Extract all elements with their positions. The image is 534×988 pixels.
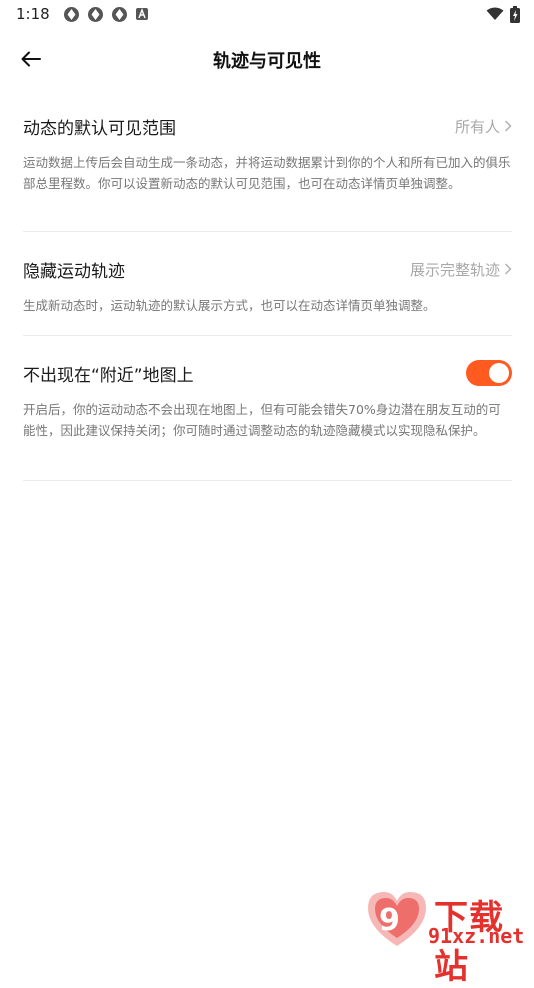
track-value: 展示完整轨迹 <box>409 260 500 279</box>
visibility-row[interactable]: 动态的默认可见范围 所有人 <box>23 114 512 139</box>
nearby-toggle[interactable] <box>466 360 512 386</box>
visibility-description: 运动数据上传后会自动生成一条动态，并将运动数据累计到你的个人和所有已加入的俱乐部… <box>23 155 511 191</box>
nearby-section: 不出现在“附近”地图上 开启后，你的运动动态不会出现在地图上，但有可能会错失70… <box>23 360 512 481</box>
chevron-right-icon <box>504 120 512 132</box>
status-bar: 1:18 <box>0 0 534 28</box>
nearby-row: 不出现在“附近”地图上 <box>23 360 512 386</box>
visibility-value-button[interactable]: 所有人 <box>455 116 512 137</box>
track-row[interactable]: 隐藏运动轨迹 展示完整轨迹 <box>23 257 512 282</box>
app-notification-icon <box>87 6 104 23</box>
app-notification-icon <box>63 6 80 23</box>
app-notification-icon <box>111 6 128 23</box>
nearby-label: 不出现在“附近”地图上 <box>23 365 194 386</box>
svg-text:9: 9 <box>379 903 400 938</box>
wifi-icon <box>486 7 504 21</box>
nearby-description: 开启后，你的运动动态不会出现在地图上，但有可能会错失70%身边潜在朋友互动的可能… <box>23 402 501 438</box>
watermark-logo-icon: 9 <box>362 886 432 950</box>
status-right <box>486 5 520 23</box>
track-description: 生成新动态时，运动轨迹的默认展示方式，也可以在动态详情页单独调整。 <box>23 298 436 313</box>
battery-charging-icon <box>510 5 520 23</box>
watermark: 9 下载站 91xz.net <box>362 886 534 987</box>
visibility-label: 动态的默认可见范围 <box>23 118 176 139</box>
watermark-url: 91xz.net <box>428 924 525 948</box>
visibility-value: 所有人 <box>454 117 500 136</box>
chevron-right-icon <box>504 263 512 275</box>
toggle-knob <box>489 363 509 383</box>
android-a-icon <box>135 7 149 21</box>
track-label: 隐藏运动轨迹 <box>23 261 125 282</box>
track-value-button[interactable]: 展示完整轨迹 <box>410 259 512 280</box>
status-left: 1:18 <box>16 5 149 23</box>
track-section: 隐藏运动轨迹 展示完整轨迹 生成新动态时，运动轨迹的默认展示方式，也可以在动态详… <box>23 257 512 336</box>
visibility-section: 动态的默认可见范围 所有人 运动数据上传后会自动生成一条动态，并将运动数据累计到… <box>23 114 512 232</box>
status-time: 1:18 <box>16 5 50 23</box>
app-bar: 轨迹与可见性 <box>0 36 534 82</box>
page-title: 轨迹与可见性 <box>213 51 321 72</box>
